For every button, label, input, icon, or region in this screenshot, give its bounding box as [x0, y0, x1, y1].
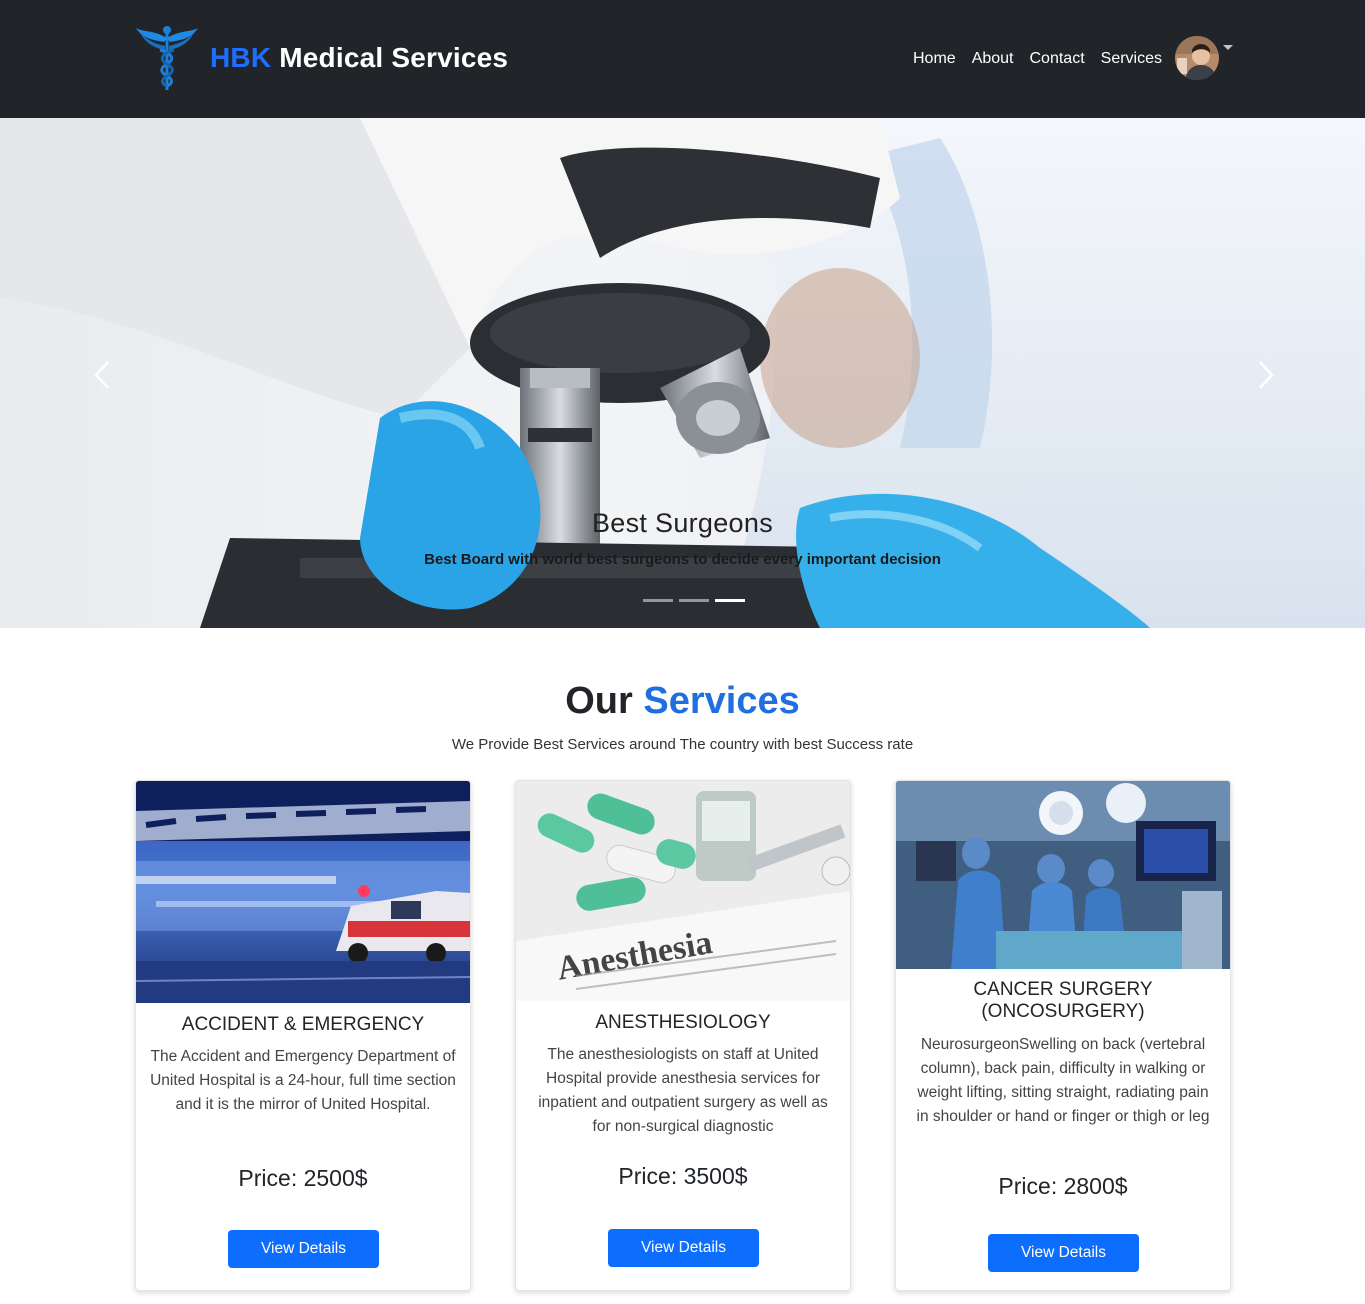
brand-rest-text: Medical Services: [271, 42, 509, 73]
caduceus-logo-icon: [136, 26, 198, 90]
avatar[interactable]: [1175, 36, 1219, 80]
chevron-left-icon[interactable]: [88, 350, 118, 400]
chevron-right-icon[interactable]: [1250, 350, 1280, 400]
hero-carousel: Best Surgeons Best Board with world best…: [0, 118, 1365, 628]
nav-home[interactable]: Home: [913, 50, 956, 68]
card-text: The anesthesiologists on staff at United…: [538, 1046, 828, 1135]
card-image-ambulance: [136, 781, 470, 1003]
view-details-button[interactable]: View Details: [988, 1234, 1139, 1272]
carousel-indicator[interactable]: [679, 599, 709, 602]
carousel-indicator[interactable]: [643, 599, 673, 602]
card-price: Price: 3500$: [618, 1163, 748, 1189]
card-price: Price: 2800$: [998, 1173, 1128, 1199]
service-card-anesthesiology: Anesthesia ANESTHESIOLOGY The anesthesio…: [515, 780, 851, 1291]
card-image-anesthesia: Anesthesia: [516, 781, 850, 1001]
carousel-indicator-active[interactable]: [715, 599, 745, 602]
service-card-cancer-surgery: CANCER SURGERY (ONCOSURGERY) Neurosurgeo…: [895, 780, 1231, 1291]
carousel-caption: Best Surgeons Best Board with world best…: [0, 508, 1365, 568]
brand[interactable]: HBK Medical Services: [134, 24, 508, 92]
service-card-emergency: ACCIDENT & EMERGENCY The Accident and Em…: [135, 780, 471, 1291]
services-subtitle: We Provide Best Services around The coun…: [451, 736, 914, 753]
user-menu[interactable]: [1175, 36, 1233, 80]
card-price: Price: 2500$: [238, 1165, 368, 1191]
nav-about[interactable]: About: [972, 50, 1014, 68]
card-image-surgery: [896, 781, 1230, 969]
brand-accent-text: HBK: [210, 42, 272, 73]
hero-title: Best Surgeons: [591, 508, 773, 538]
carousel-indicators: [640, 599, 748, 602]
nav-contact[interactable]: Contact: [1030, 50, 1085, 68]
navbar: HBK Medical Services Home About Contact …: [0, 0, 1365, 118]
avatar-image: [1175, 36, 1219, 80]
card-title: CANCER SURGERY (ONCOSURGERY): [973, 979, 1153, 1022]
card-title: ANESTHESIOLOGY: [595, 1012, 771, 1033]
card-text: The Accident and Emergency Department of…: [150, 1048, 456, 1113]
nav-services[interactable]: Services: [1101, 50, 1162, 68]
brand-name: HBK Medical Services: [210, 42, 508, 74]
view-details-button[interactable]: View Details: [608, 1229, 759, 1267]
view-details-button[interactable]: View Details: [228, 1230, 379, 1268]
caret-down-icon[interactable]: [1223, 44, 1233, 50]
services-heading-plain: Our: [565, 680, 644, 722]
services-heading: Our Services: [0, 680, 1365, 723]
card-title: ACCIDENT & EMERGENCY: [181, 1014, 425, 1035]
card-text: NeurosurgeonSwelling on back (vertebral …: [916, 1036, 1210, 1125]
hero-subtitle: Best Board with world best surgeons to d…: [424, 551, 941, 568]
nav-links: Home About Contact Services: [913, 50, 1178, 68]
services-heading-accent: Services: [643, 680, 800, 722]
